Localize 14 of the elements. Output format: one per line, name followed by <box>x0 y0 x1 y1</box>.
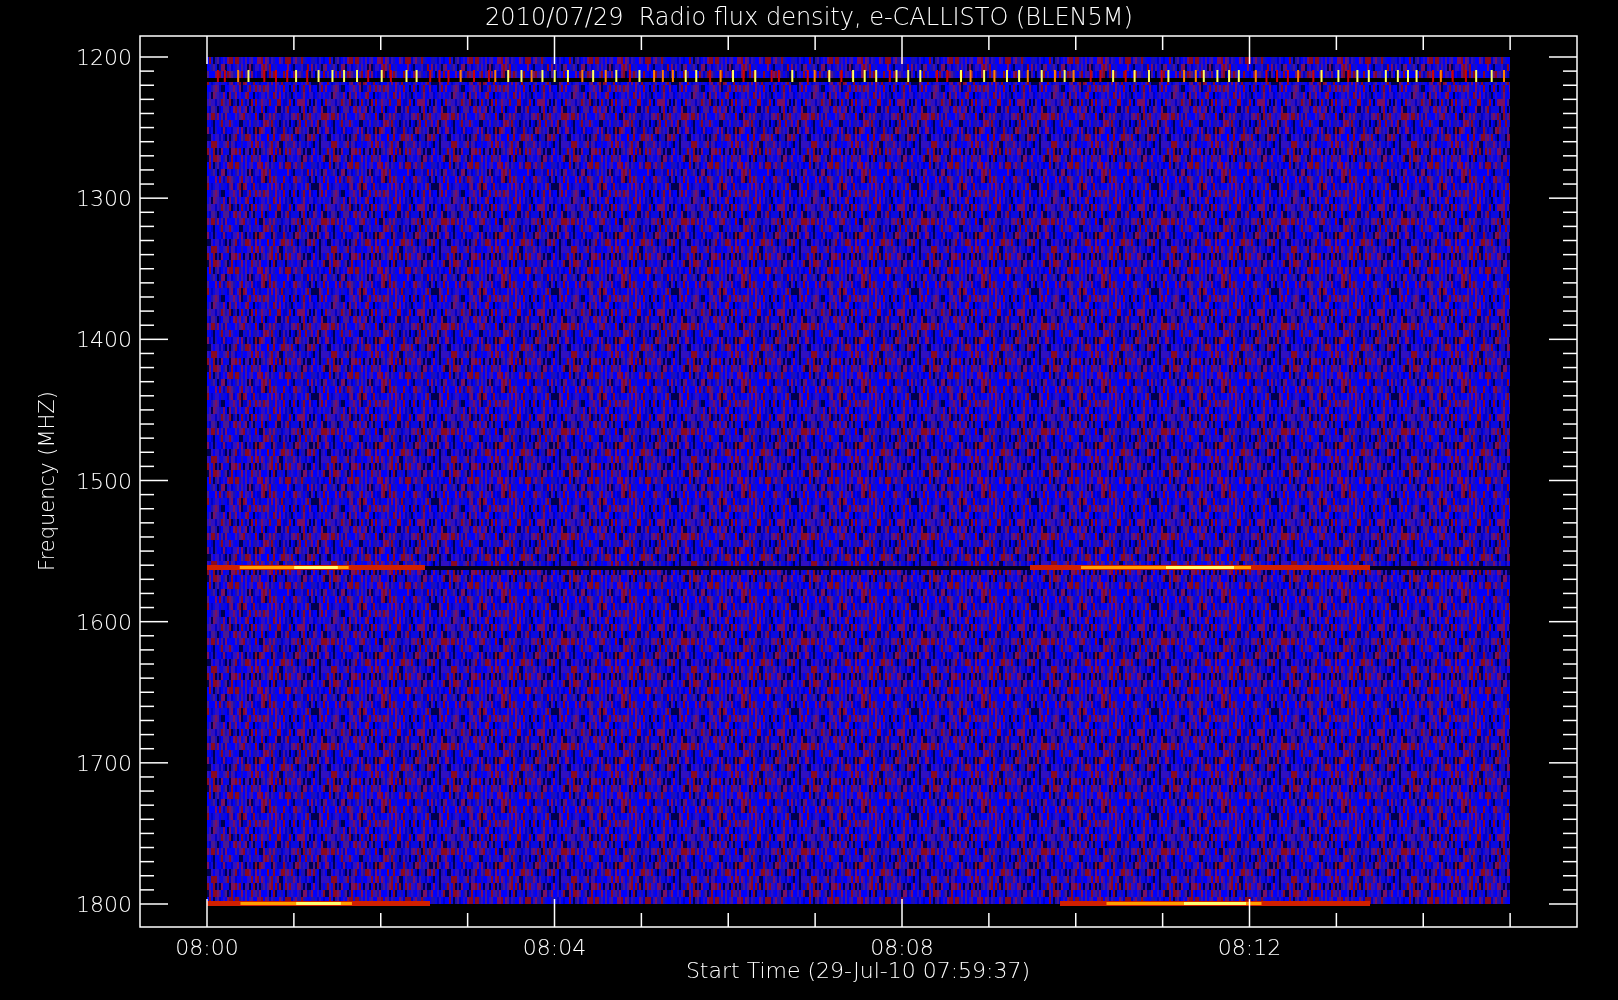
axis-label: Frequency (MHZ) <box>35 391 59 571</box>
tick-label: 08:12 <box>1217 935 1282 960</box>
tick-label: 1400 <box>76 327 132 353</box>
tick-label: 1700 <box>76 750 132 776</box>
tick-label: 1500 <box>76 468 132 494</box>
tick-label: 1800 <box>76 892 132 917</box>
tick-label: 08:08 <box>870 935 934 960</box>
tick-label: 1200 <box>76 45 132 70</box>
tick-label: 08:00 <box>175 935 239 960</box>
tick-label: 08:04 <box>522 935 587 960</box>
axis-label: Start Time (29-Jul-10 07:59:37) <box>685 958 1031 983</box>
chart-title: 2010/07/29 Radio flux density, e-CALLISTO (BLEN5M) <box>485 3 1133 31</box>
tick-label: 1300 <box>76 186 132 212</box>
tick-label: 1600 <box>76 609 132 635</box>
